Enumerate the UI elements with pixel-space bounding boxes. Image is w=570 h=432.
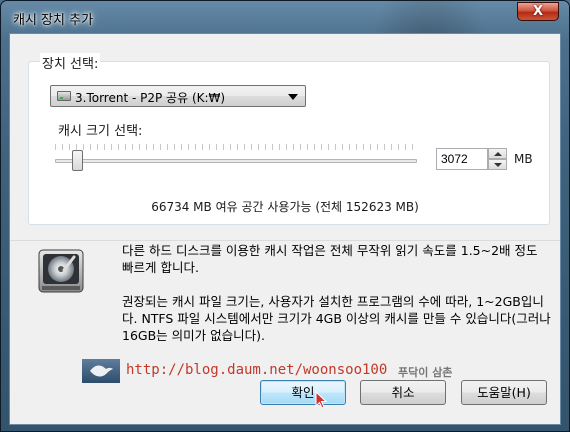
slider-thumb[interactable] (71, 150, 83, 171)
slider-ticks (55, 144, 417, 150)
watermark-author: 푸닥이 삼촌 (398, 366, 453, 379)
description-paragraph-2: 권장되는 캐시 파일 크기는, 사용자가 설치한 프로그램의 수에 따라, 1~… (122, 294, 551, 343)
mouse-cursor-icon (315, 391, 327, 409)
free-space-text: 66734 MB 여유 공간 사용가능 (전체 152623 MB) (151, 200, 419, 214)
cache-size-spinner[interactable] (488, 148, 507, 170)
cache-size-slider[interactable] (55, 159, 417, 163)
bird-logo-icon (82, 359, 120, 383)
spin-down-icon[interactable] (488, 159, 507, 170)
help-button[interactable]: 도움말(H) (461, 380, 547, 405)
cancel-button[interactable]: 취소 (360, 380, 446, 405)
size-unit-label: MB (514, 152, 533, 166)
separator (10, 240, 560, 241)
close-button[interactable]: X (517, 2, 559, 21)
title-bar[interactable]: 캐시 장치 추가 X (1, 1, 569, 35)
hard-disk-icon (36, 246, 90, 300)
spin-up-icon[interactable] (488, 148, 507, 159)
add-cache-device-dialog: 캐시 장치 추가 X 장치 선택: 3.Torrent - P2P 공유 (K:… (0, 0, 570, 432)
cache-size-input[interactable] (436, 148, 488, 170)
device-group-label: 장치 선택: (40, 53, 101, 72)
description-paragraph-1: 다른 하드 디스크를 이용한 캐시 작업은 전체 무작위 읽기 속도를 1.5~… (122, 243, 538, 275)
device-dropdown[interactable]: 3.Torrent - P2P 공유 (K:₩) (50, 85, 306, 107)
settings-panel: 장치 선택: 3.Torrent - P2P 공유 (K:₩) 캐시 크기 선택… (10, 34, 560, 240)
window-title: 캐시 장치 추가 (13, 13, 94, 28)
close-icon: X (532, 4, 544, 19)
ok-button[interactable]: 확인 (260, 380, 346, 405)
dropdown-arrow-icon (288, 94, 298, 100)
cache-size-label: 캐시 크기 선택: (58, 124, 143, 139)
device-dropdown-value: 3.Torrent - P2P 공유 (K:₩) (75, 91, 226, 105)
drive-icon (57, 91, 71, 101)
watermark-url: http://blog.daum.net/woonsoo100 (126, 362, 388, 378)
dialog-client-area: 장치 선택: 3.Torrent - P2P 공유 (K:₩) 캐시 크기 선택… (9, 33, 561, 425)
description-text: 다른 하드 디스크를 이용한 캐시 작업은 전체 무작위 읽기 속도를 1.5~… (122, 242, 552, 361)
